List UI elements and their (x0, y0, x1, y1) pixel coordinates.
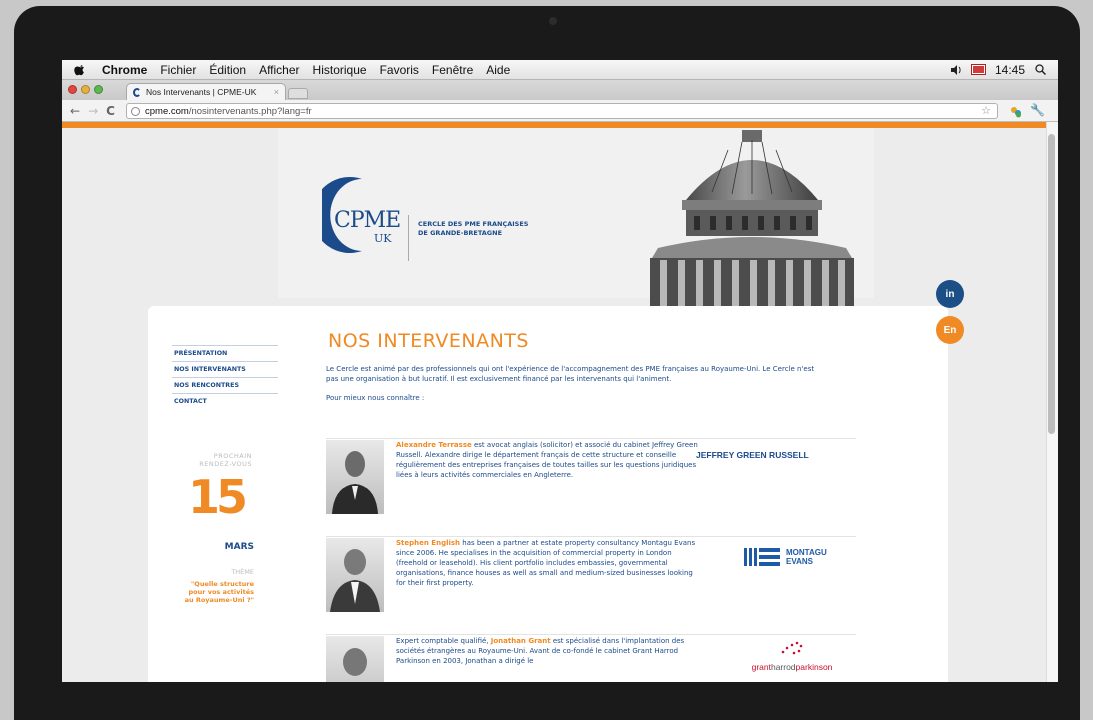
volume-icon[interactable] (950, 64, 962, 75)
tagline-line-2: DE GRANDE-BRETAGNE (418, 229, 503, 237)
browser-toolbar: ← → C cpme.com /nosintervenants.php?lang… (62, 100, 1058, 122)
divider (326, 438, 856, 439)
logo-uk: UK (374, 232, 392, 245)
minimize-window-icon[interactable] (81, 85, 90, 94)
montagu-evans-mark-icon (744, 548, 780, 566)
firm-logo-montagu-evans[interactable]: MONTAGU EVANS (744, 548, 827, 566)
menu-historique[interactable]: Historique (313, 63, 367, 77)
back-icon[interactable]: ← (70, 104, 80, 118)
reload-icon[interactable]: C (106, 104, 115, 118)
menu-fenetre[interactable]: Fenêtre (432, 63, 473, 77)
site-nav: PRÉSENTATION NOS INTERVENANTS NOS RENCON… (172, 345, 278, 409)
firm-logo-jgr[interactable]: JEFFREY GREEN RUSSELL (696, 450, 809, 460)
speaker-bio-prefix: Expert comptable qualifié, (396, 637, 491, 645)
cpme-favicon (133, 87, 141, 97)
screen: Chrome Fichier Édition Afficher Historiq… (62, 60, 1058, 682)
nav-nos-intervenants[interactable]: NOS INTERVENANTS (172, 361, 278, 377)
browser-tab[interactable]: Nos Intervenants | CPME-UK × (126, 83, 286, 100)
bookmark-star-icon[interactable]: ☆ (981, 104, 991, 117)
speaker-bio: Expert comptable qualifié, Jonathan Gran… (396, 636, 702, 666)
logo-divider (408, 215, 409, 261)
speaker-bio: Stephen English has been a partner at es… (396, 538, 702, 588)
firm-name-line-1: MONTAGU (786, 548, 827, 557)
clock[interactable]: 14:45 (995, 63, 1025, 77)
scrollbar-thumb[interactable] (1048, 134, 1055, 434)
next-event-label-1: PROCHAIN (213, 452, 252, 460)
globe-icon (131, 106, 140, 116)
event-month: MARS (224, 542, 254, 552)
firm-name-line-2: EVANS (786, 557, 813, 566)
forward-icon[interactable]: → (88, 104, 98, 118)
tagline-line-1: CERCLE DES PME FRANÇAISES (418, 220, 529, 228)
firm-logo-ghp[interactable]: grantharrodparkinson (732, 640, 852, 672)
speaker-bio: Alexandre Terrasse est avocat anglais (s… (396, 440, 702, 480)
language-en-button[interactable]: En (936, 316, 964, 344)
event-theme-line-3: au Royaume-Uni ?" (184, 596, 254, 604)
speaker-name[interactable]: Stephen English (396, 539, 460, 547)
logo-text[interactable]: CPME (334, 208, 401, 233)
st-pauls-dome-image (650, 130, 854, 306)
url-path: /nosintervenants.php?lang=fr (188, 105, 312, 117)
menu-fichier[interactable]: Fichier (160, 63, 196, 77)
menu-edition[interactable]: Édition (209, 63, 246, 77)
flag-icon[interactable] (970, 64, 986, 75)
menu-aide[interactable]: Aide (486, 63, 510, 77)
address-bar[interactable]: cpme.com /nosintervenants.php?lang=fr ☆ (126, 103, 998, 119)
menu-afficher[interactable]: Afficher (259, 63, 299, 77)
wrench-menu-icon[interactable]: 🔧 (1030, 103, 1045, 117)
nav-nos-rencontres[interactable]: NOS RENCONTRES (172, 377, 278, 393)
close-window-icon[interactable] (68, 85, 77, 94)
event-theme-line-2: pour vos activités (188, 588, 254, 596)
firm-name-harrod: harrod (770, 662, 796, 672)
next-event-label: PROCHAIN RENDEZ-VOUS (192, 452, 252, 468)
nav-contact[interactable]: CONTACT (172, 393, 278, 409)
page-title: NOS INTERVENANTS (328, 330, 529, 352)
site-tagline: CERCLE DES PME FRANÇAISES DE GRANDE-BRET… (418, 220, 528, 238)
extension-icon[interactable] (1010, 106, 1022, 118)
ghp-mark-icon (781, 641, 803, 655)
new-tab-button[interactable] (288, 88, 308, 99)
speaker-photo (326, 440, 384, 514)
menu-chrome[interactable]: Chrome (102, 63, 147, 77)
tab-bar: Nos Intervenants | CPME-UK × (62, 80, 1058, 100)
intro-text: Le Cercle est animé par des professionne… (326, 365, 815, 383)
event-day: 15 (187, 470, 248, 524)
main-content: NOS INTERVENANTS Le Cercle est animé par… (326, 330, 856, 402)
camera-icon (549, 17, 557, 25)
firm-name-grant: grant (751, 662, 771, 672)
mac-menubar: Chrome Fichier Édition Afficher Historiq… (62, 60, 1058, 80)
speaker-name[interactable]: Alexandre Terrasse (396, 441, 472, 449)
menubar-status: 14:45 (950, 63, 1058, 77)
tab-title: Nos Intervenants | CPME-UK (146, 87, 257, 97)
zoom-window-icon[interactable] (94, 85, 103, 94)
menu-favoris[interactable]: Favoris (380, 63, 419, 77)
divider (326, 536, 856, 537)
nav-presentation[interactable]: PRÉSENTATION (172, 345, 278, 361)
firm-name-parkinson: parkinson (795, 662, 833, 672)
close-tab-icon[interactable]: × (274, 87, 279, 97)
event-theme[interactable]: "Quelle structure pour vos activités au … (182, 580, 254, 604)
intro-subtitle: Pour mieux nous connaître : (326, 394, 425, 402)
event-theme-line-1: "Quelle structure (190, 580, 254, 588)
speaker-photo (326, 538, 384, 612)
next-event-label-2: RENDEZ-VOUS (199, 460, 252, 468)
spotlight-search-icon[interactable] (1035, 64, 1046, 75)
apple-icon[interactable] (74, 64, 86, 76)
url-host: cpme.com (145, 105, 189, 117)
event-theme-label: THÈME (231, 568, 254, 576)
window-controls (68, 85, 103, 94)
speaker-name[interactable]: Jonathan Grant (491, 637, 551, 645)
linkedin-button[interactable]: in (936, 280, 964, 308)
divider (326, 634, 856, 635)
speaker-photo (326, 636, 384, 682)
